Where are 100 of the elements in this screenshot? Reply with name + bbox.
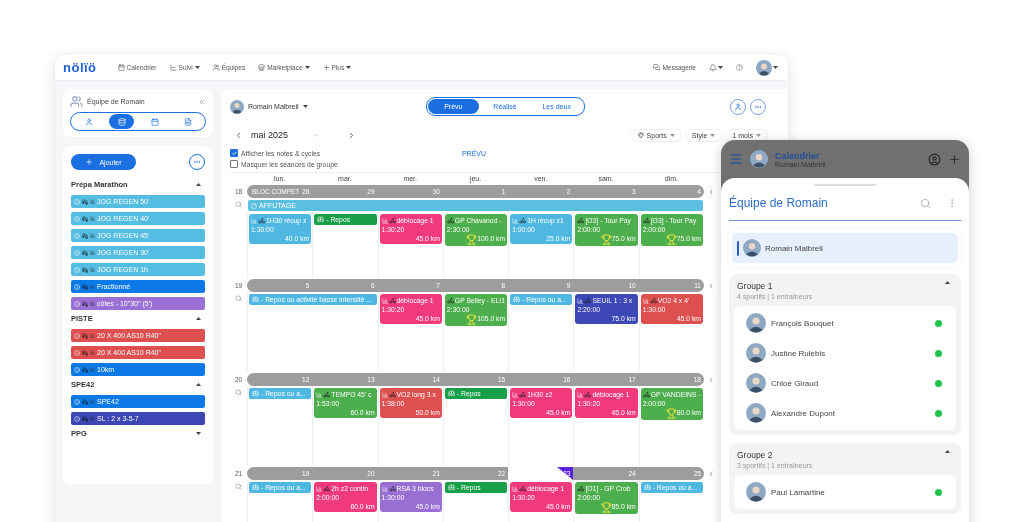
member-name: Alexandre Dupont: [771, 408, 836, 418]
shoe-icon: [82, 415, 88, 422]
more-button[interactable]: [189, 154, 205, 170]
collapse-icon[interactable]: [707, 187, 715, 196]
collapse-icon[interactable]: [707, 281, 715, 290]
user-button[interactable]: [730, 98, 746, 115]
info-icon[interactable]: [74, 415, 80, 422]
info-icon[interactable]: [74, 249, 80, 256]
palette-icon: [637, 132, 644, 138]
selected-athlete[interactable]: Romain Malbreil: [732, 233, 958, 263]
avatar: [743, 239, 761, 257]
user-icon: [84, 117, 93, 126]
plus-icon[interactable]: [948, 152, 961, 166]
nav-icon: [117, 64, 125, 71]
view-tab[interactable]: [109, 114, 134, 129]
bike-icon: [519, 485, 527, 492]
member-name: Justine Rulebis: [771, 348, 826, 358]
sofa-icon: [252, 296, 259, 303]
bell-icon[interactable]: [709, 63, 717, 72]
caret-icon: [945, 281, 950, 284]
chevron-left-icon: [234, 130, 243, 140]
collapse-icon[interactable]: [707, 375, 715, 384]
search-icon[interactable]: [235, 389, 242, 396]
user-icon: [734, 102, 742, 111]
shoe-icon: [82, 215, 88, 222]
member-row[interactable]: Paul Lamartine: [734, 477, 956, 507]
shoe-icon: [82, 283, 88, 290]
sofa-icon: [447, 390, 455, 397]
collapse-icon[interactable]: [707, 469, 715, 478]
caret-icon: [945, 450, 950, 453]
chart-icon: [381, 297, 388, 304]
search-icon[interactable]: [235, 295, 242, 302]
menu-icon[interactable]: [729, 152, 743, 166]
search-icon[interactable]: [920, 197, 931, 209]
sofa-icon: [252, 390, 259, 397]
chart-icon: [381, 391, 388, 398]
file-icon: [183, 117, 192, 126]
bike-icon: [323, 485, 331, 492]
member-name: Paul Lamartine: [771, 487, 825, 497]
search-icon[interactable]: [235, 483, 242, 490]
sofa-icon: [317, 216, 325, 223]
nav-icon: [322, 64, 330, 71]
group-name: Groupe 1: [737, 281, 774, 291]
avatar: [746, 373, 766, 393]
search-icon[interactable]: [235, 201, 242, 208]
collapse-icon[interactable]: [198, 97, 206, 106]
bike-icon: [388, 297, 396, 304]
shoe-icon: [82, 349, 88, 356]
chevron-icon[interactable]: [312, 131, 320, 139]
user-icon[interactable]: [928, 152, 941, 166]
today-marker: [557, 467, 574, 480]
plus-icon: [85, 158, 94, 166]
chart-icon: [90, 367, 95, 372]
chart-icon: [90, 399, 95, 404]
info-icon[interactable]: [74, 349, 80, 356]
info-icon[interactable]: [74, 266, 80, 273]
caret-icon: [196, 317, 201, 320]
member-row[interactable]: François Bouquet: [734, 308, 956, 338]
shoe-icon: [82, 366, 88, 373]
checkbox[interactable]: [230, 160, 238, 168]
drag-handle[interactable]: [814, 184, 876, 186]
avatar: [750, 150, 768, 168]
athlete-name: Romain Malbreil: [765, 243, 823, 253]
caret-icon: [196, 432, 201, 435]
chart-icon: [90, 333, 95, 338]
avatar: [230, 99, 244, 114]
bike-icon: [258, 217, 265, 224]
help-icon[interactable]: [736, 64, 743, 71]
checkbox[interactable]: [230, 149, 238, 157]
stack-icon: [117, 117, 126, 126]
chart-icon: [251, 217, 257, 224]
bike-icon: [577, 217, 585, 224]
note-icon: [251, 202, 257, 209]
more-icon: [193, 158, 201, 166]
member-row[interactable]: Chloé Giraud: [734, 368, 956, 398]
info-icon[interactable]: [74, 366, 80, 373]
info-icon[interactable]: [74, 215, 80, 222]
chart-icon: [577, 391, 584, 398]
chart-icon: [90, 301, 95, 306]
info-icon[interactable]: [74, 283, 80, 290]
sofa-icon: [252, 484, 259, 491]
chart-icon: [90, 416, 95, 421]
bike-icon: [584, 297, 592, 304]
info-icon[interactable]: [74, 198, 80, 205]
more-button[interactable]: [750, 98, 766, 115]
caret-icon: [669, 133, 675, 137]
member-row[interactable]: Justine Rulebis: [734, 338, 956, 368]
info-icon[interactable]: [74, 300, 80, 307]
bike-icon: [649, 297, 657, 304]
logo[interactable]: nölïö: [63, 60, 97, 75]
info-icon[interactable]: [74, 232, 80, 239]
member-row[interactable]: Alexandre Dupont: [734, 398, 956, 428]
info-icon[interactable]: [74, 398, 80, 405]
team-icon: [70, 95, 83, 108]
bike-icon: [519, 391, 527, 398]
info-icon[interactable]: [74, 332, 80, 339]
screen-title: Calendrier: [775, 150, 821, 161]
member-name: François Bouquet: [771, 318, 834, 328]
bike-icon: [519, 217, 527, 224]
shoe-icon: [82, 232, 88, 239]
